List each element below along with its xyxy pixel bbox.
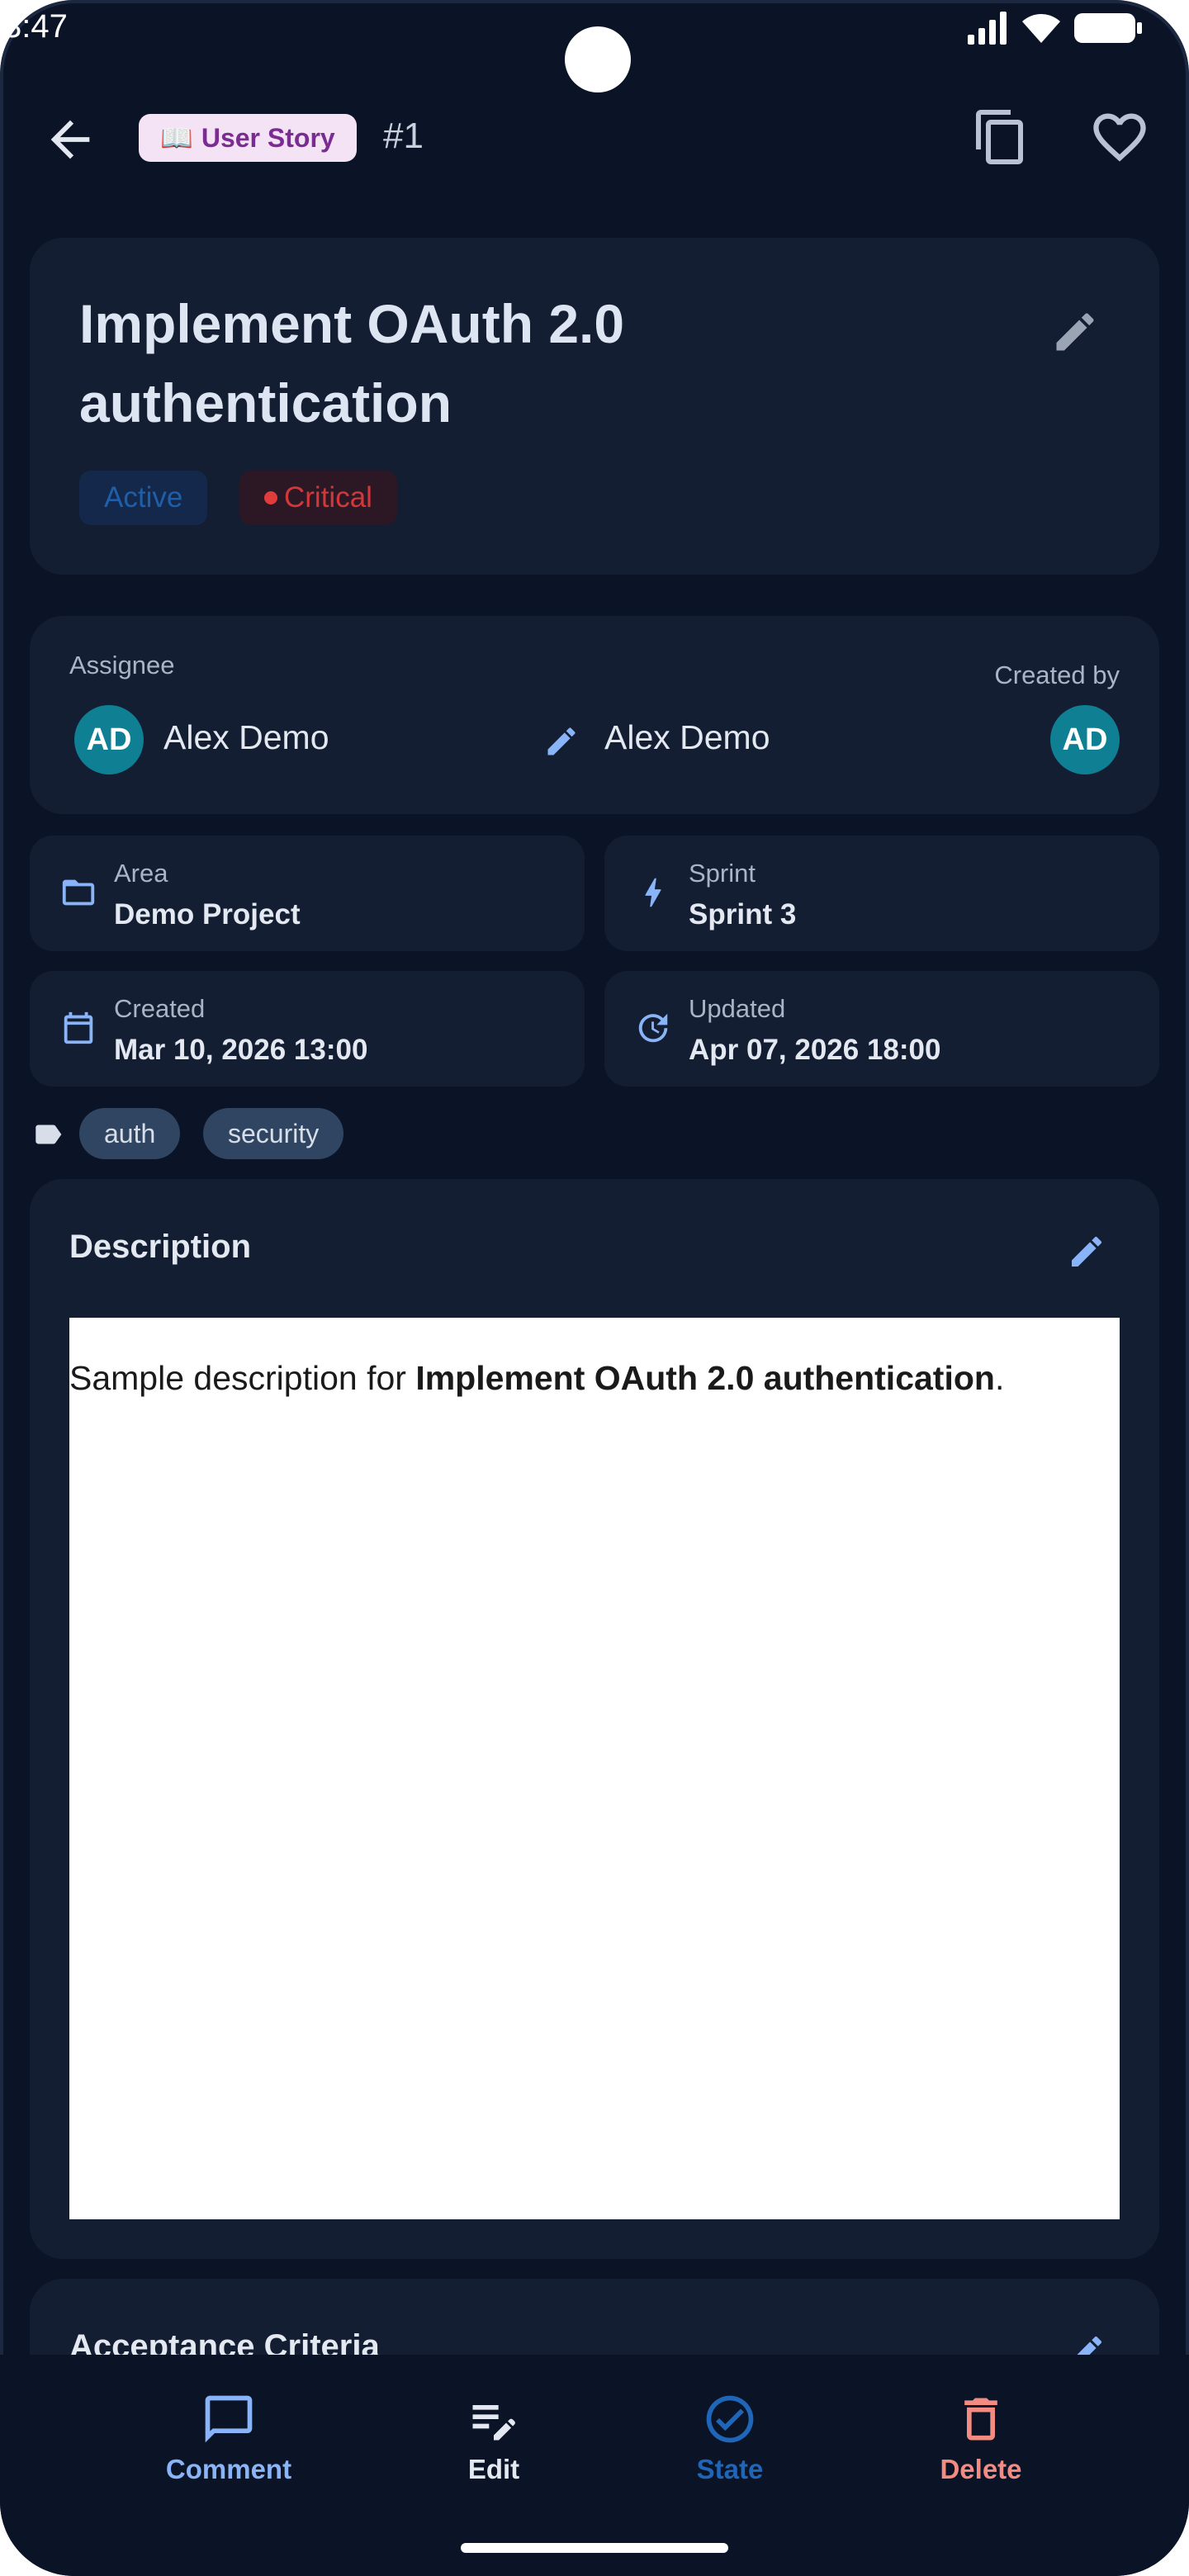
tag-chip[interactable]: security xyxy=(203,1108,344,1159)
comment-button[interactable]: Comment xyxy=(130,2391,328,2485)
edit-note-icon xyxy=(472,2405,515,2441)
area-label: Area xyxy=(114,859,168,888)
check-circle-icon xyxy=(706,2395,754,2443)
created-by-name: Alex Demo xyxy=(604,718,770,756)
back-arrow-icon[interactable] xyxy=(41,111,99,168)
phone-screen: 3:47 📖 User Story #1 Implement OAuth 2.0… xyxy=(0,0,1189,2576)
copy-icon[interactable] xyxy=(971,107,1030,167)
description-text: Sample description for Implement OAuth 2… xyxy=(69,1359,1004,1398)
calendar-icon xyxy=(64,1011,93,1044)
work-item-title: Implement OAuth 2.0 authentication xyxy=(79,293,625,433)
comment-label: Comment xyxy=(165,2454,292,2484)
description-body: Sample description for Implement OAuth 2… xyxy=(69,1318,1120,2219)
bottom-action-bar: Comment Edit State Delete xyxy=(0,2355,1189,2576)
description-text-bold: Implement OAuth 2.0 authentication xyxy=(415,1359,995,1397)
title-card: Implement OAuth 2.0 authentication Activ… xyxy=(30,238,1159,575)
description-text-prefix: Sample description for xyxy=(69,1359,416,1397)
wifi-icon xyxy=(1022,14,1060,43)
home-indicator[interactable] xyxy=(461,2543,728,2553)
assignee-avatar[interactable]: AD xyxy=(74,705,144,774)
assignee-label: Assignee xyxy=(69,651,175,680)
area-value: Demo Project xyxy=(114,898,301,930)
created-info-card: Created Mar 10, 2026 13:00 xyxy=(30,971,585,1087)
updated-value: Apr 07, 2026 18:00 xyxy=(689,1034,941,1066)
created-by-avatar: AD xyxy=(1050,705,1120,774)
comment-bubble-icon xyxy=(205,2395,253,2443)
updated-label: Updated xyxy=(689,994,786,1023)
edit-button[interactable]: Edit xyxy=(395,2391,593,2485)
description-text-suffix: . xyxy=(994,1359,1005,1397)
description-card: Description Sample description for Imple… xyxy=(30,1179,1159,2259)
tag-chip[interactable]: auth xyxy=(79,1108,181,1159)
updated-info-card: Updated Apr 07, 2026 18:00 xyxy=(604,971,1159,1087)
trash-icon xyxy=(964,2398,997,2441)
label-tag-icon xyxy=(36,1125,62,1144)
priority-badge[interactable]: Critical xyxy=(239,471,397,525)
state-badge[interactable]: Active xyxy=(79,471,208,525)
assignee-name[interactable]: Alex Demo xyxy=(163,718,329,757)
edit-title-pencil-icon[interactable] xyxy=(1050,307,1100,357)
sprint-value: Sprint 3 xyxy=(689,898,797,930)
delete-label: Delete xyxy=(940,2454,1022,2484)
work-item-id: #1 xyxy=(383,116,424,156)
delete-button[interactable]: Delete xyxy=(882,2391,1080,2485)
created-by-label: Created by xyxy=(994,661,1120,689)
created-value: Mar 10, 2026 13:00 xyxy=(114,1034,368,1066)
sprint-label: Sprint xyxy=(689,859,756,888)
sprint-info-card[interactable]: Sprint Sprint 3 xyxy=(604,836,1159,951)
status-icons xyxy=(966,12,1143,45)
created-label: Created xyxy=(114,994,206,1023)
edit-assignee-pencil-icon[interactable] xyxy=(543,723,580,760)
edit-description-pencil-icon[interactable] xyxy=(1067,1232,1106,1271)
state-button[interactable]: State xyxy=(631,2391,829,2485)
people-card: Assignee AD Alex Demo Created by Alex De… xyxy=(30,616,1159,814)
signal-icon xyxy=(968,12,1007,45)
edit-label: Edit xyxy=(467,2454,520,2484)
battery-icon xyxy=(1074,13,1142,43)
front-camera xyxy=(565,26,631,92)
area-info-card[interactable]: Area Demo Project xyxy=(30,836,585,951)
folder-icon xyxy=(62,879,95,906)
description-heading: Description xyxy=(69,1229,252,1265)
priority-dot-icon xyxy=(264,491,277,504)
state-label: State xyxy=(696,2454,764,2484)
update-clock-icon xyxy=(638,1013,668,1043)
favorite-heart-icon[interactable] xyxy=(1088,106,1151,168)
priority-label: Critical xyxy=(284,481,372,514)
work-item-type-chip: 📖 User Story xyxy=(139,114,357,162)
lightning-bolt-icon xyxy=(645,878,661,907)
work-item-type-label: User Story xyxy=(201,122,335,153)
book-icon: 📖 xyxy=(160,123,193,153)
status-time: 3:47 xyxy=(3,8,68,45)
